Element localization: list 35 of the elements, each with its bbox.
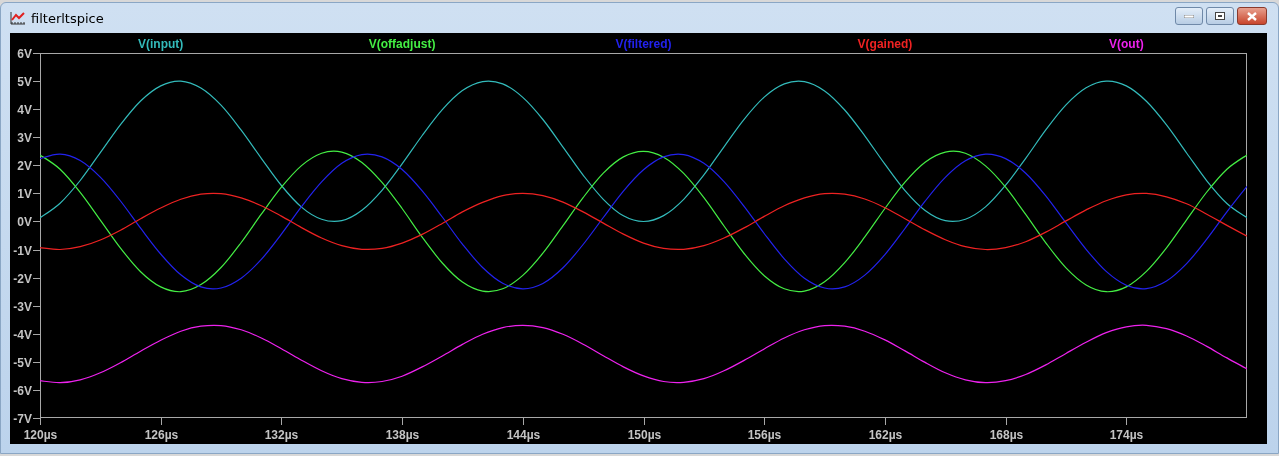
close-icon (1247, 11, 1257, 21)
x-tick-label: 174µs (1109, 428, 1144, 442)
y-tick-label: 1V (17, 187, 32, 201)
x-tick-label: 132µs (264, 428, 299, 442)
y-tick-label: 0V (17, 215, 32, 229)
x-tick-label: 150µs (627, 428, 662, 442)
y-tick-label: 3V (17, 131, 32, 145)
chart-icon (10, 11, 26, 25)
y-tick-label: 5V (17, 75, 32, 89)
x-tick-label: 168µs (989, 428, 1024, 442)
y-tick-label: -7V (13, 412, 32, 426)
maximize-button[interactable] (1206, 7, 1234, 25)
y-tick-label: 4V (17, 103, 32, 117)
y-tick-label: 6V (17, 47, 32, 61)
legend-label[interactable]: V(gained) (857, 37, 913, 51)
x-tick-label: 120µs (23, 428, 58, 442)
legend-label[interactable]: V(input) (138, 37, 184, 51)
window-title: filterltspice (31, 10, 104, 26)
x-tick-label: 156µs (747, 428, 782, 442)
y-tick-label: -4V (13, 328, 32, 342)
x-tick-label: 126µs (144, 428, 179, 442)
x-tick-label: 144µs (506, 428, 541, 442)
y-tick-label: -3V (13, 300, 32, 314)
x-tick-label: 138µs (385, 428, 420, 442)
y-tick-label: -5V (13, 356, 32, 370)
close-button[interactable] (1237, 7, 1267, 25)
y-tick-label: -1V (13, 244, 32, 258)
y-tick-label: -2V (13, 272, 32, 286)
legend-label[interactable]: V(out) (1108, 37, 1144, 51)
legend-label[interactable]: V(offadjust) (368, 37, 436, 51)
x-tick-label: 162µs (868, 428, 903, 442)
maximize-icon (1215, 12, 1225, 20)
y-tick-label: 2V (17, 159, 32, 173)
y-tick-label: -6V (13, 384, 32, 398)
minimize-icon (1184, 14, 1194, 18)
